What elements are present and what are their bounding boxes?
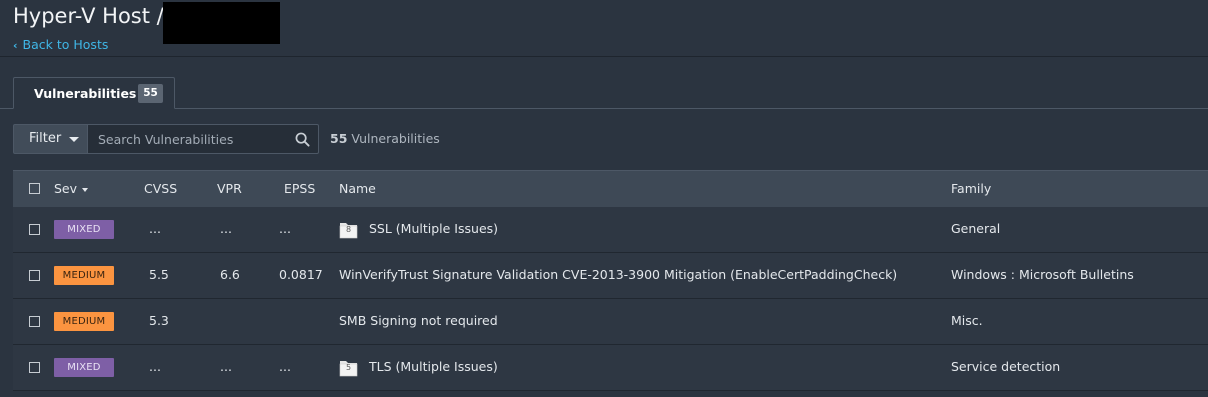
cvss-value: ... [149, 359, 161, 374]
vuln-name: TLS (Multiple Issues) [369, 359, 498, 374]
vuln-family: Misc. [951, 313, 983, 328]
cvss-value: 5.3 [149, 313, 169, 328]
group-count: 5 [345, 363, 352, 372]
search-icon[interactable] [295, 132, 310, 147]
result-count-label: Vulnerabilities [347, 131, 440, 146]
severity-badge: MEDIUM [54, 312, 114, 331]
epss-value: ... [279, 221, 291, 236]
tab-count-badge: 55 [138, 84, 163, 103]
folder-icon: 8 [339, 219, 358, 239]
table-row[interactable]: MEDIUM 5.3 SMB Signing not required Misc… [13, 299, 1208, 345]
caret-down-icon [69, 137, 79, 142]
row-checkbox[interactable] [29, 362, 40, 373]
sort-desc-icon [82, 187, 89, 192]
vuln-family: Windows : Microsoft Bulletins [951, 267, 1134, 282]
column-header-name[interactable]: Name [339, 181, 376, 196]
tab-vulnerabilities[interactable]: Vulnerabilities 55 [13, 77, 175, 109]
cvss-value: 5.5 [149, 267, 169, 282]
folder-icon: 5 [339, 357, 358, 377]
result-count: 55 Vulnerabilities [330, 131, 440, 146]
vuln-name: WinVerifyTrust Signature Validation CVE-… [339, 267, 898, 282]
severity-badge: MIXED [54, 358, 114, 377]
column-sev-label: Sev [54, 181, 78, 196]
row-checkbox[interactable] [29, 316, 40, 327]
row-checkbox[interactable] [29, 270, 40, 281]
page-header: Hyper-V Host / ‹ Back to Hosts [0, 0, 1208, 57]
vpr-value: ... [220, 221, 232, 236]
page-title: Hyper-V Host / [13, 4, 164, 28]
table-row[interactable]: MEDIUM 5.5 6.6 0.0817 WinVerifyTrust Sig… [13, 253, 1208, 299]
table-row[interactable]: MIXED ... ... ... 8 SSL (Multiple Issues… [13, 207, 1208, 253]
column-header-family[interactable]: Family [951, 181, 991, 196]
row-checkbox[interactable] [29, 224, 40, 235]
group-count: 8 [345, 225, 352, 234]
column-header-epss[interactable]: EPSS [284, 181, 315, 196]
vulnerabilities-table: Sev CVSS VPR EPSS Name Family MIXED ... … [13, 170, 1208, 391]
vuln-family: Service detection [951, 359, 1061, 374]
back-to-hosts-link[interactable]: ‹ Back to Hosts [13, 37, 108, 52]
filter-label: Filter [29, 131, 62, 146]
severity-badge: MIXED [54, 220, 114, 239]
redacted-hostname [163, 2, 280, 44]
vuln-name: SSL (Multiple Issues) [369, 221, 499, 236]
epss-value: ... [279, 359, 291, 374]
epss-value: 0.0817 [279, 267, 323, 282]
column-header-sev[interactable]: Sev [54, 181, 89, 196]
vuln-name: SMB Signing not required [339, 313, 498, 328]
table-row[interactable]: MIXED ... ... ... 5 TLS (Multiple Issues… [13, 345, 1208, 391]
search-box [87, 124, 319, 154]
vpr-value: ... [220, 359, 232, 374]
chevron-left-icon: ‹ [13, 39, 18, 52]
cvss-value: ... [149, 221, 161, 236]
column-header-vpr[interactable]: VPR [217, 181, 242, 196]
result-count-number: 55 [330, 131, 348, 146]
table-header: Sev CVSS VPR EPSS Name Family [13, 170, 1208, 207]
filter-button[interactable]: Filter [13, 124, 88, 154]
severity-badge: MEDIUM [54, 266, 114, 285]
select-all-checkbox[interactable] [29, 183, 40, 194]
tab-bar: Vulnerabilities 55 [0, 77, 1208, 109]
search-input[interactable] [88, 125, 288, 153]
vpr-value: 6.6 [220, 267, 240, 282]
tab-label: Vulnerabilities [34, 86, 137, 101]
vuln-family: General [951, 221, 1001, 236]
column-header-cvss[interactable]: CVSS [144, 181, 177, 196]
back-link-label: Back to Hosts [22, 37, 109, 52]
